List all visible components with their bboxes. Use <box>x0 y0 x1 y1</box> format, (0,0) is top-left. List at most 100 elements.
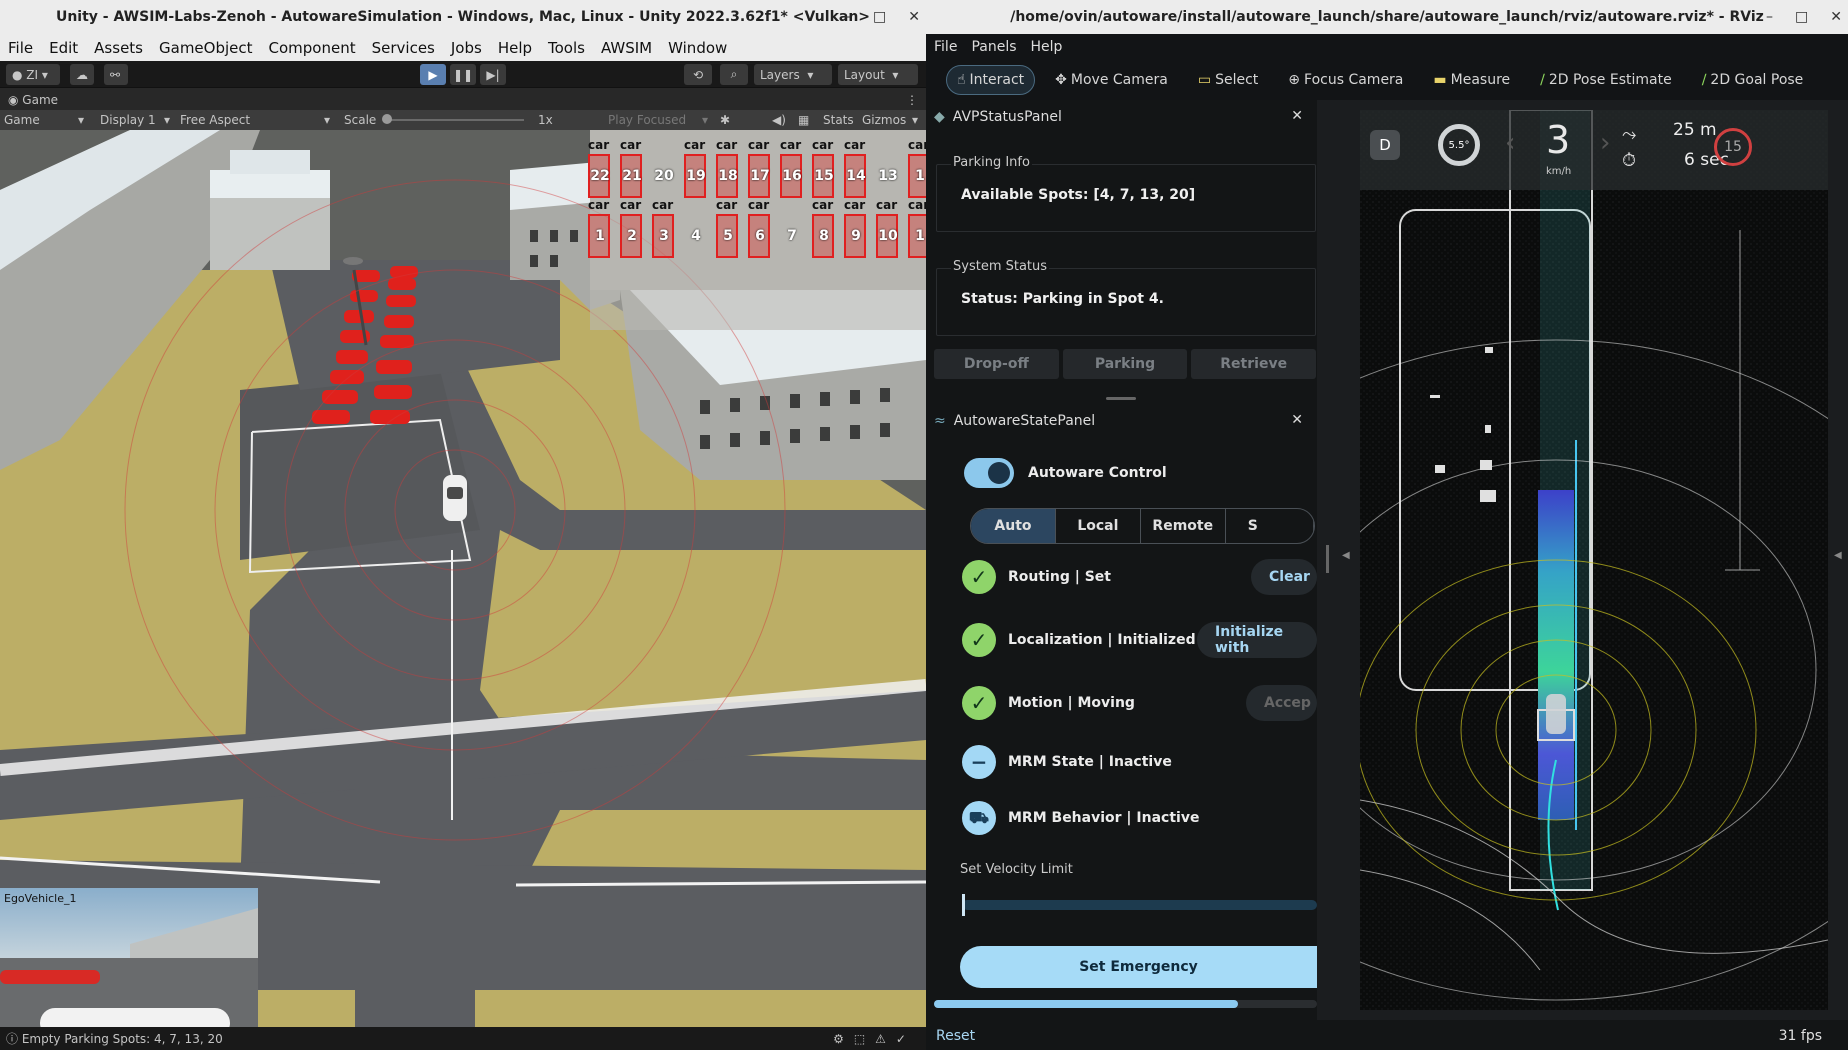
initialize-localization-button[interactable]: Initialize with <box>1197 622 1317 658</box>
close-icon[interactable]: ✕ <box>908 9 920 25</box>
play-button[interactable]: ▶ <box>420 64 446 85</box>
play-focused-dropdown[interactable]: Play Focused <box>608 113 686 127</box>
routing-state: Routing | Set <box>1008 569 1111 585</box>
mode-local[interactable]: Local <box>1056 509 1141 543</box>
menu-awsim[interactable]: AWSIM <box>593 39 660 57</box>
spot-car-label: car <box>844 138 866 152</box>
close-icon[interactable]: ✕ <box>1291 412 1303 428</box>
spot-number: 21 <box>622 168 642 184</box>
step-button[interactable]: ▶| <box>480 64 506 85</box>
scale-slider-handle[interactable] <box>382 114 392 124</box>
game-viewport[interactable]: car 22 car 21 20 car 19 car 18 car 17 car 16 car 15 car… <box>0 130 926 1027</box>
menu-tools[interactable]: Tools <box>540 39 593 57</box>
audio-icon[interactable]: ◀) <box>772 113 786 127</box>
menu-component[interactable]: Component <box>261 39 364 57</box>
minimize-icon[interactable]: – <box>1766 9 1773 25</box>
menu-help[interactable]: Help <box>1031 39 1063 55</box>
tool-measure[interactable]: ▬ Measure <box>1423 66 1520 94</box>
scale-label: Scale <box>344 113 377 127</box>
menu-file[interactable]: File <box>934 39 957 55</box>
autoware-control-label: Autoware Control <box>1028 465 1167 481</box>
aspect-dropdown[interactable]: Free Aspect <box>180 113 250 127</box>
kebab-icon[interactable]: ⋮ <box>906 93 918 107</box>
layout-dropdown[interactable]: Layout ▾ <box>838 64 918 85</box>
scale-slider[interactable] <box>384 119 524 121</box>
menu-jobs[interactable]: Jobs <box>443 39 490 57</box>
rviz-3d-view[interactable]: D 5.5° ‹ 3 km/h › ⤳ 25 m ⏱ 6 sec 15 <box>1360 110 1828 1010</box>
panel-scrollbar[interactable] <box>934 1000 1317 1008</box>
tool-move-camera[interactable]: ✥ Move Camera <box>1045 66 1178 94</box>
mode-s[interactable]: S <box>1226 509 1314 543</box>
collab-icon[interactable]: ⚯ <box>104 64 128 85</box>
menu-edit[interactable]: Edit <box>41 39 86 57</box>
drop-off-button[interactable]: Drop-off <box>934 349 1059 379</box>
search-icon[interactable]: ⌕ <box>720 64 748 85</box>
parking-button[interactable]: Parking <box>1062 349 1188 379</box>
minimize-icon[interactable]: – <box>844 9 851 25</box>
available-spots: Available Spots: [4, 7, 13, 20] <box>961 187 1196 203</box>
game-tab[interactable]: ◉ Game ⋮ <box>0 89 926 110</box>
spot-number: 3 <box>659 228 669 244</box>
tool-2d-pose-estimate[interactable]: ∕ 2D Pose Estimate <box>1530 66 1682 94</box>
status-icons[interactable]: ⚙⬚⚠✓ <box>833 1032 916 1046</box>
account-dropdown[interactable]: ● ZI ▾ <box>6 64 60 85</box>
tool-2d-goal-pose[interactable]: ∕ 2D Goal Pose <box>1692 66 1814 94</box>
menu-help[interactable]: Help <box>490 39 540 57</box>
menu-services[interactable]: Services <box>364 39 443 57</box>
accept-start-button[interactable]: Accep <box>1246 685 1317 721</box>
retrieve-button[interactable]: Retrieve <box>1191 349 1317 379</box>
maximize-icon[interactable]: □ <box>1795 9 1808 25</box>
pause-button[interactable]: ❚❚ <box>450 64 476 85</box>
panel-splitter[interactable] <box>1106 397 1136 400</box>
spot-number: 6 <box>755 228 765 244</box>
mode-remote[interactable]: Remote <box>1141 509 1226 543</box>
tool-interact[interactable]: ☝ Interact <box>946 65 1036 95</box>
system-status-text: Status: Parking in Spot 4. <box>961 291 1164 307</box>
clear-route-button[interactable]: Clear <box>1251 559 1317 595</box>
menu-file[interactable]: File <box>0 39 41 57</box>
select-icon: ▭ <box>1197 72 1212 88</box>
autoware-control-toggle[interactable] <box>964 458 1014 488</box>
spot-car-label: car <box>908 198 926 212</box>
rviz-menubar: File Panels Help <box>926 34 1848 60</box>
cloud-icon[interactable]: ☁ <box>70 64 94 85</box>
route-icon: ⤳ <box>1622 124 1637 145</box>
gizmos-toggle[interactable]: Gizmos <box>862 113 906 127</box>
menu-gameobject[interactable]: GameObject <box>151 39 261 57</box>
chevron-down-icon: ▾ <box>78 113 85 127</box>
velocity-limit-slider[interactable] <box>962 900 1317 910</box>
motion-state: Motion | Moving <box>1008 695 1135 711</box>
close-icon[interactable]: ✕ <box>1291 108 1303 124</box>
tool-select[interactable]: ▭ Select <box>1188 66 1268 94</box>
stats-toggle[interactable]: Stats <box>823 113 854 127</box>
menu-window[interactable]: Window <box>660 39 735 57</box>
display-dropdown[interactable]: Display 1 <box>100 113 156 127</box>
parking-spot-occupied: car 8 <box>810 198 838 260</box>
splitter-handle[interactable] <box>1326 545 1329 573</box>
spot-car-label: car <box>652 198 674 212</box>
game-mode-dropdown[interactable]: Game <box>4 113 40 127</box>
scale-value: 1x <box>538 113 553 127</box>
close-icon[interactable]: ✕ <box>1830 9 1842 25</box>
menu-panels[interactable]: Panels <box>971 39 1016 55</box>
view-collapse-arrow-icon[interactable]: ◀ <box>1834 550 1842 561</box>
bug-icon[interactable]: ✱ <box>720 113 730 127</box>
chevron-down-icon: ▾ <box>164 113 171 127</box>
velocity-limit-handle[interactable] <box>962 894 965 916</box>
set-emergency-button[interactable]: Set Emergency <box>960 946 1317 988</box>
parking-spot-occupied: car 18 <box>714 138 742 200</box>
fps-counter: 31 fps <box>1778 1028 1822 1044</box>
reset-button[interactable]: Reset <box>936 1028 975 1044</box>
spot-car-label: car <box>812 198 834 212</box>
grid-icon[interactable]: ▦ <box>798 113 809 127</box>
mode-auto[interactable]: Auto <box>971 509 1056 543</box>
maximize-icon[interactable]: □ <box>873 9 886 25</box>
menu-assets[interactable]: Assets <box>86 39 151 57</box>
chevron-down-icon: ▾ <box>324 113 331 127</box>
history-icon[interactable]: ⟲ <box>684 64 712 85</box>
collapse-arrow-icon[interactable]: ◀ <box>1342 550 1350 561</box>
layers-dropdown[interactable]: Layers ▾ <box>754 64 832 85</box>
parking-spot-occupied: car 3 <box>650 198 678 260</box>
chevron-down-icon: ▾ <box>702 113 709 127</box>
tool-focus-camera[interactable]: ⊕ Focus Camera <box>1278 66 1413 94</box>
